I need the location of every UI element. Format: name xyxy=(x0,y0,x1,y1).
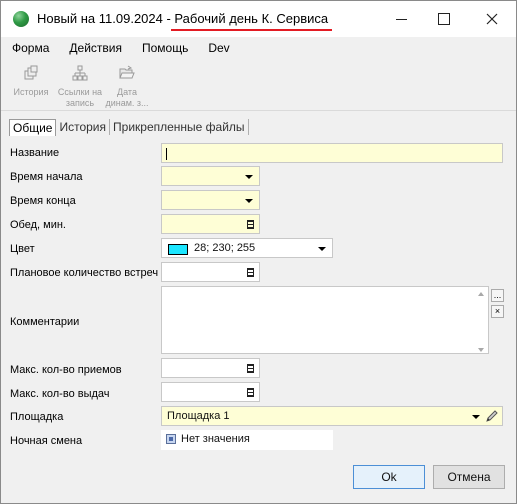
history-icon xyxy=(24,65,38,80)
chevron-down-icon xyxy=(318,247,326,251)
hierarchy-icon xyxy=(72,65,88,81)
history-toolbar-button[interactable]: История xyxy=(8,63,54,98)
calculator-icon[interactable] xyxy=(247,220,254,229)
scroll-down-icon[interactable] xyxy=(478,348,484,352)
color-swatch xyxy=(168,244,188,255)
name-input[interactable] xyxy=(161,143,503,163)
calculator-icon[interactable] xyxy=(247,388,254,397)
name-label: Название xyxy=(10,147,60,159)
comments-textarea[interactable] xyxy=(161,286,489,354)
title-bar[interactable]: Новый на 11.09.2024 - Рабочий день К. Се… xyxy=(1,1,516,37)
night-shift-label: Ночная смена xyxy=(10,435,83,447)
scroll-up-icon[interactable] xyxy=(478,292,484,296)
pencil-icon[interactable] xyxy=(485,409,499,423)
window-title-prefix: Новый на 11.09.2024 - xyxy=(37,11,175,26)
app-icon xyxy=(13,11,29,27)
calculator-icon[interactable] xyxy=(247,364,254,373)
ok-button[interactable]: Ok xyxy=(353,465,425,489)
tab-general[interactable]: Общие xyxy=(9,119,57,136)
tab-strip: Общие История Прикрепленные файлы xyxy=(9,119,249,137)
maximize-icon xyxy=(438,13,450,25)
cancel-button[interactable]: Отмена xyxy=(433,465,505,489)
comments-label: Комментарии xyxy=(10,316,80,328)
lunch-minutes-input[interactable] xyxy=(161,214,260,234)
date-toolbar-label-1: Дата xyxy=(117,87,137,97)
date-toolbar-button[interactable]: Дата динам. з... xyxy=(104,63,150,109)
folder-open-icon xyxy=(119,65,135,79)
toolbar: История Ссылки на запись Дата динам. з..… xyxy=(1,60,516,111)
links-toolbar-label-1: Ссылки на xyxy=(57,87,103,97)
site-label: Площадка xyxy=(10,411,64,423)
general-tab-page: Название Время начала Время конца Обед, … xyxy=(5,137,511,457)
end-time-select[interactable] xyxy=(161,190,260,210)
site-value: Площадка 1 xyxy=(167,410,230,422)
menu-actions[interactable]: Действия xyxy=(59,38,132,60)
dialog-window: Новый на 11.09.2024 - Рабочий день К. Се… xyxy=(0,0,517,504)
chevron-down-icon xyxy=(245,199,253,203)
chevron-down-icon xyxy=(472,415,480,419)
links-toolbar-button[interactable]: Ссылки на запись xyxy=(57,63,103,109)
end-time-label: Время конца xyxy=(10,195,76,207)
color-label: Цвет xyxy=(10,243,35,255)
maximize-button[interactable] xyxy=(421,1,467,37)
tab-attached-files[interactable]: Прикрепленные файлы xyxy=(110,119,249,135)
chevron-down-icon xyxy=(245,175,253,179)
color-value: 28; 230; 255 xyxy=(194,242,256,254)
menu-bar: Форма Действия Помощь Dev xyxy=(1,38,516,60)
checkbox-icon[interactable] xyxy=(166,434,176,444)
minimize-icon xyxy=(395,18,407,20)
text-caret xyxy=(166,148,167,160)
close-icon xyxy=(486,13,498,25)
night-shift-field[interactable]: Нет значения xyxy=(161,430,333,450)
planned-meetings-label: Плановое количество встреч xyxy=(10,267,159,279)
menu-form[interactable]: Форма xyxy=(12,38,59,60)
tab-history[interactable]: История xyxy=(56,119,111,135)
max-issues-input[interactable] xyxy=(161,382,260,402)
max-issues-label: Макс. кол-во выдач xyxy=(10,388,110,400)
minimize-button[interactable] xyxy=(378,1,424,37)
lunch-label: Обед, мин. xyxy=(10,219,66,231)
calculator-icon[interactable] xyxy=(247,268,254,277)
comments-clear-button[interactable]: × xyxy=(491,305,504,318)
menu-dev[interactable]: Dev xyxy=(198,38,239,60)
date-toolbar-label-2: динам. з... xyxy=(105,98,149,108)
site-select[interactable]: Площадка 1 xyxy=(161,406,503,426)
start-time-label: Время начала xyxy=(10,171,83,183)
max-receptions-input[interactable] xyxy=(161,358,260,378)
start-time-select[interactable] xyxy=(161,166,260,186)
window-title: Новый на 11.09.2024 - Рабочий день К. Се… xyxy=(37,11,328,26)
history-toolbar-label: История xyxy=(13,87,49,97)
color-select[interactable]: 28; 230; 255 xyxy=(161,238,333,258)
planned-meetings-input[interactable] xyxy=(161,262,260,282)
close-button[interactable] xyxy=(469,1,515,37)
max-receptions-label: Макс. кол-во приемов xyxy=(10,364,122,376)
menu-help[interactable]: Помощь xyxy=(132,38,198,60)
comments-scrollbar[interactable] xyxy=(477,290,486,354)
window-title-subject: Рабочий день К. Сервиса xyxy=(174,11,329,26)
comments-more-button[interactable]: ... xyxy=(491,289,504,302)
links-toolbar-label-2: запись xyxy=(65,98,95,108)
night-shift-value: Нет значения xyxy=(181,433,250,445)
